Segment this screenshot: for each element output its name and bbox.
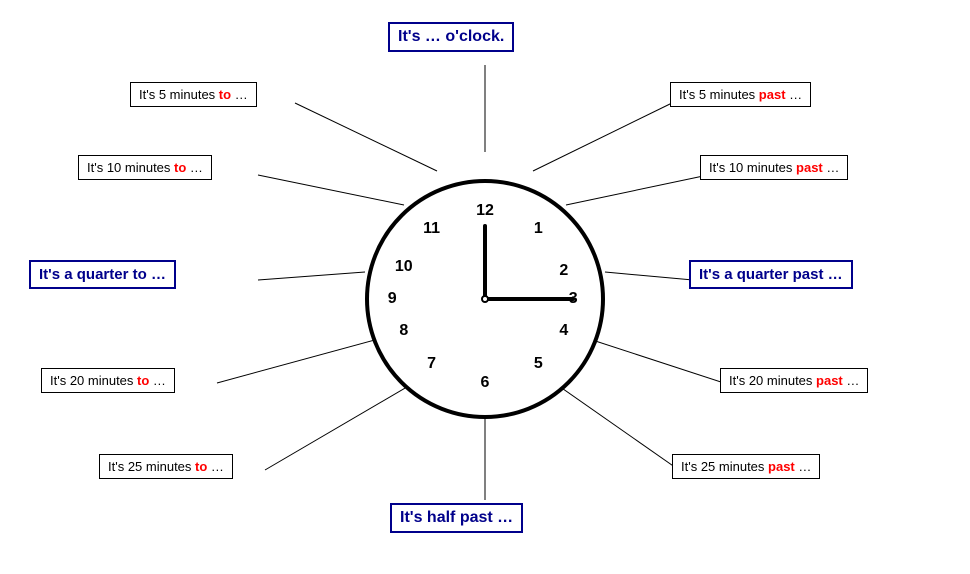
- twentyfive-to-label: It's 25 minutes to …: [99, 454, 233, 479]
- clock-1: 1: [534, 220, 543, 238]
- half-past-label: It's half past …: [390, 503, 523, 533]
- clock-4: 4: [559, 322, 568, 340]
- five-past-label: It's 5 minutes past …: [670, 82, 811, 107]
- twenty-past-label: It's 20 minutes past …: [720, 368, 868, 393]
- clock-6: 6: [481, 374, 490, 392]
- clock-center: [481, 295, 489, 303]
- clock-7: 7: [427, 355, 436, 373]
- clock: 12 1 2 3 4 5 6 7 8 9 10 11: [365, 179, 605, 419]
- quarter-to-label: It's a quarter to …: [29, 260, 176, 289]
- clock-2: 2: [559, 262, 568, 280]
- clock-11: 11: [423, 220, 440, 238]
- five-to-label: It's 5 minutes to …: [130, 82, 257, 107]
- hour-hand: [483, 224, 487, 299]
- twentyfive-past-label: It's 25 minutes past …: [672, 454, 820, 479]
- twenty-to-label: It's 20 minutes to …: [41, 368, 175, 393]
- ten-to-label: It's 10 minutes to …: [78, 155, 212, 180]
- clock-9: 9: [388, 290, 397, 308]
- clock-10: 10: [395, 258, 413, 276]
- oclock-label: It's … o'clock.: [388, 22, 514, 52]
- clock-face: 12 1 2 3 4 5 6 7 8 9 10 11: [365, 179, 605, 419]
- ten-past-label: It's 10 minutes past …: [700, 155, 848, 180]
- clock-8: 8: [399, 322, 408, 340]
- clock-5: 5: [534, 355, 543, 373]
- clock-12: 12: [476, 202, 494, 220]
- minute-hand: [485, 297, 575, 301]
- quarter-past-label: It's a quarter past …: [689, 260, 853, 289]
